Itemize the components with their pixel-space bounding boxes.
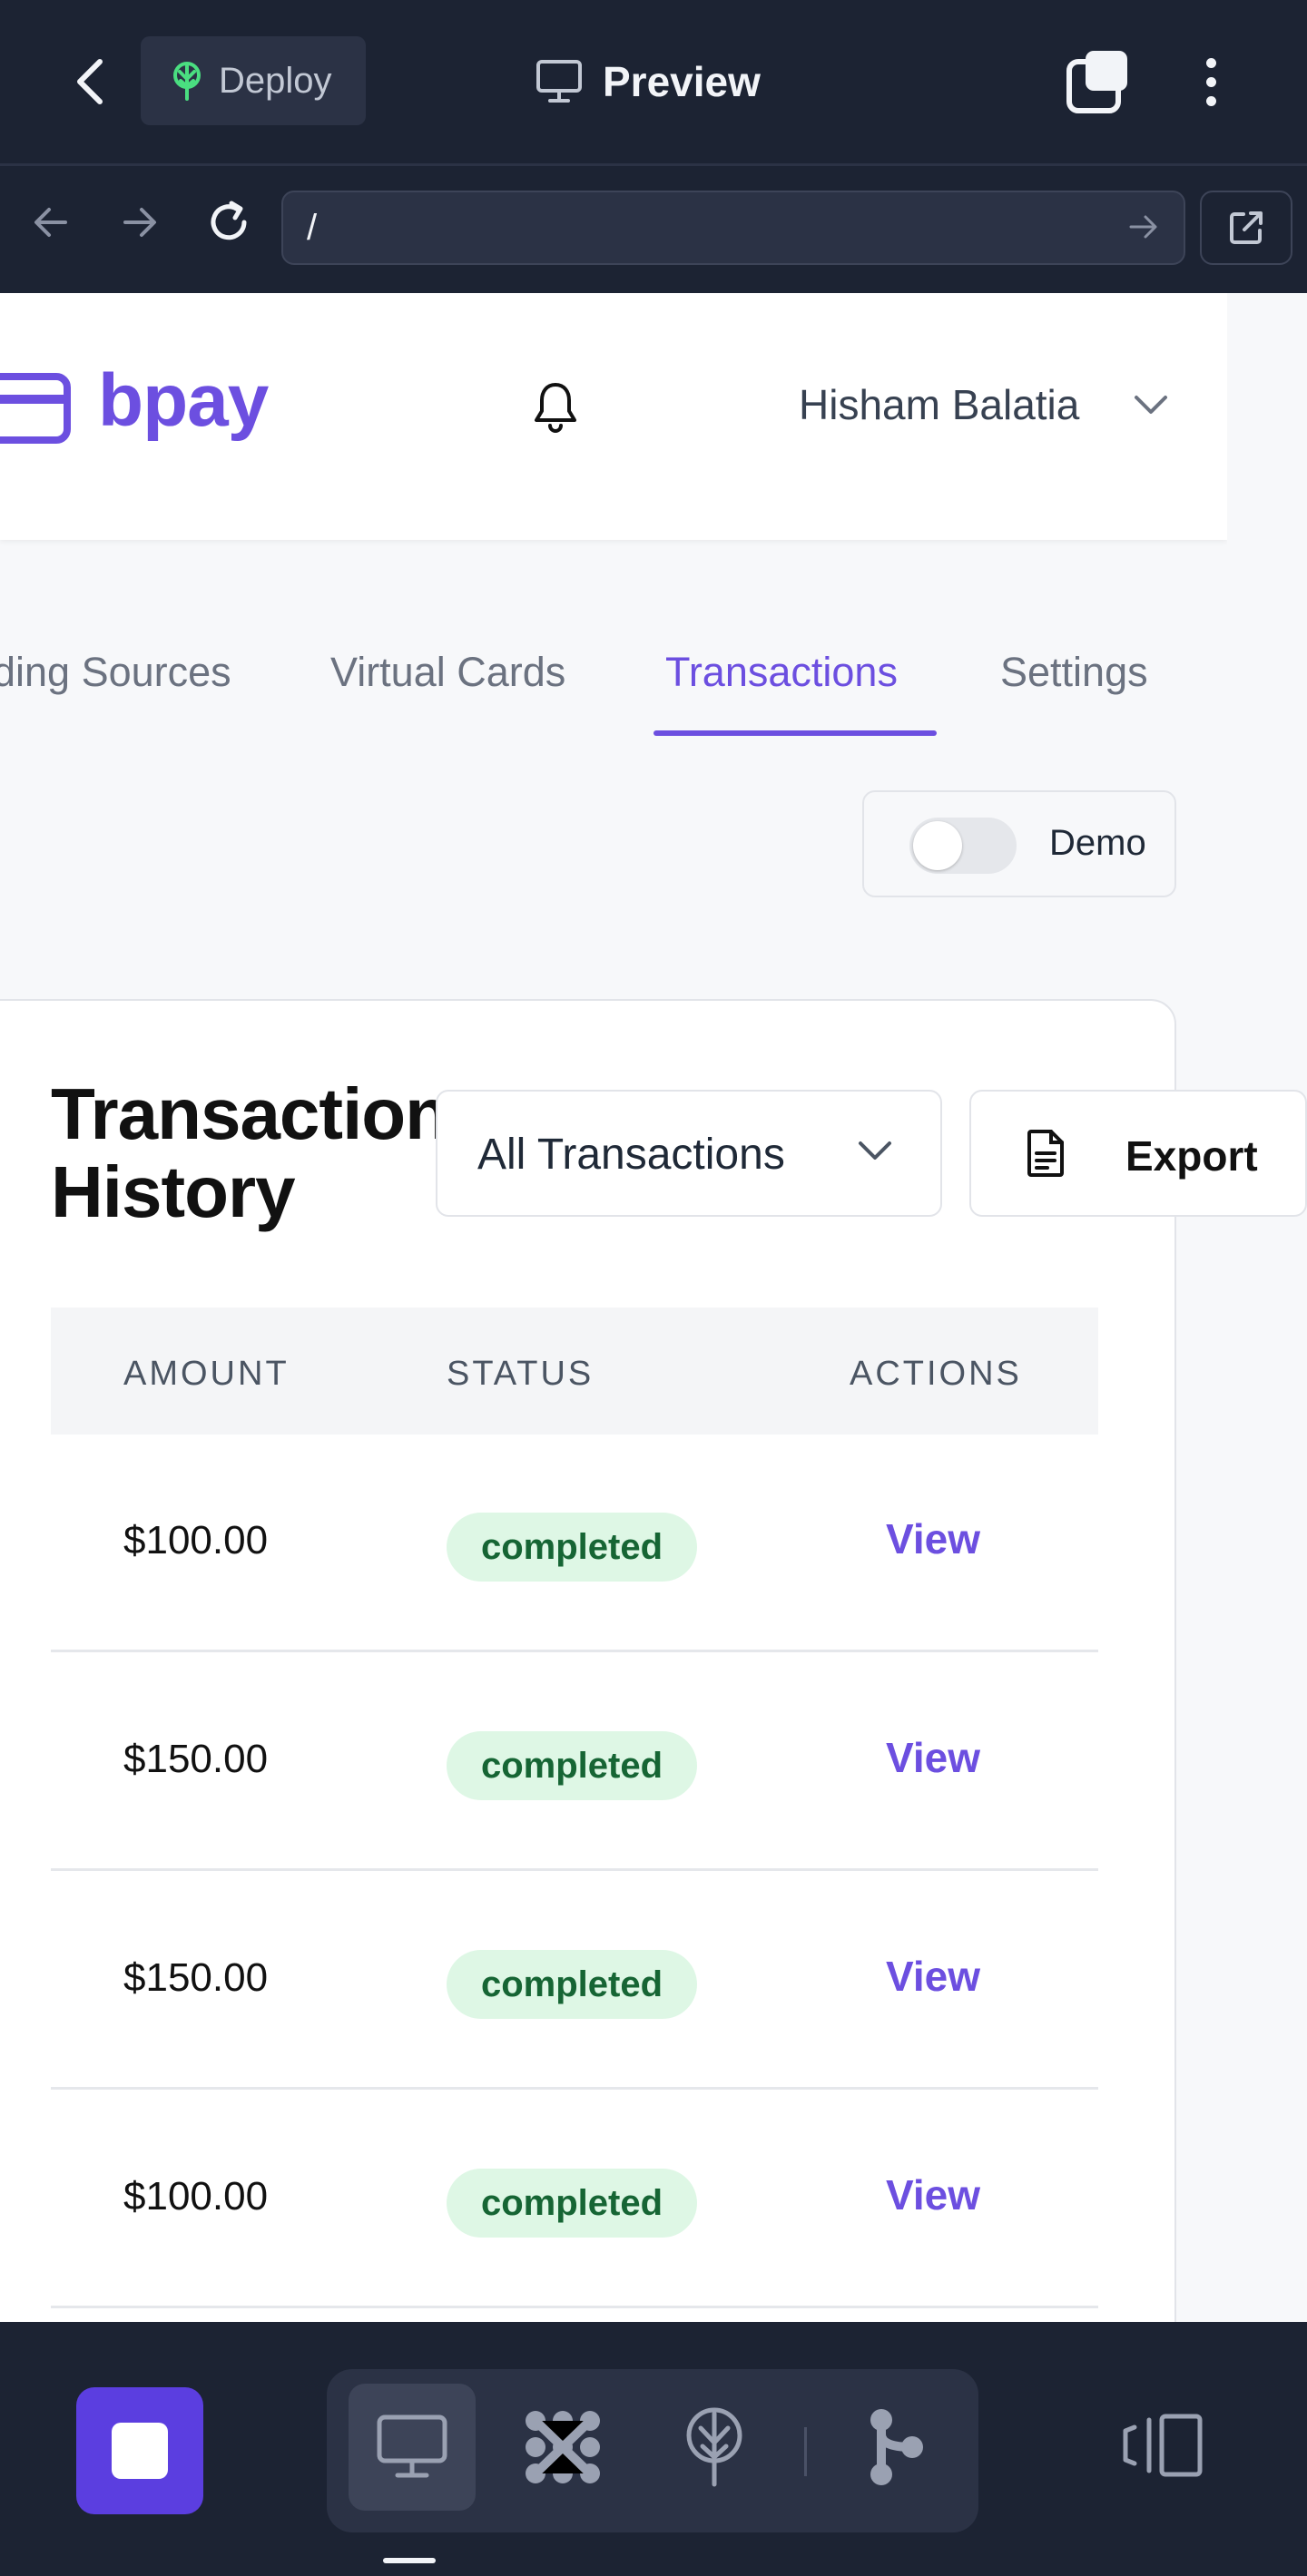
reload-icon [211,201,247,240]
top-app-bar: Deploy Preview [0,0,1307,163]
row-amount: $100.00 [123,1518,269,1562]
brand-logo[interactable]: bpay [98,358,269,444]
status-badge: completed [447,1950,697,2019]
external-link-icon [1230,211,1263,244]
more-options-button[interactable] [1189,47,1233,116]
column-header-amount[interactable]: AMOUNT [123,1355,290,1394]
table-row: $150.00 completed View [51,1653,1098,1871]
credit-card-logo-icon [0,373,71,444]
demo-label: Demo [1049,823,1146,863]
export-label: Export [1125,1132,1258,1180]
dock-deploy-button[interactable] [651,2384,778,2511]
dock-agent-button[interactable] [833,2384,960,2511]
view-transaction-link[interactable]: View [886,2170,980,2219]
row-amount: $100.00 [123,2174,269,2218]
deploy-tree-icon [686,2407,742,2487]
dock-tool-group [327,2369,978,2532]
url-input[interactable]: / [281,191,1185,265]
table-row: $100.00 completed View [51,2091,1098,2308]
demo-toggle[interactable] [909,818,1017,874]
preview-title: Preview [536,45,761,118]
chevron-down-icon [859,1141,891,1160]
bottom-dock [0,2322,1307,2576]
kebab-menu-icon [1205,57,1216,68]
go-arrow-icon[interactable] [1127,211,1160,243]
deploy-tree-icon [173,62,201,101]
browser-forward-button[interactable] [111,193,169,251]
deploy-label: Deploy [219,60,332,101]
column-header-status[interactable]: STATUS [447,1355,594,1394]
split-view-icon [1123,2414,1203,2477]
branch-nodes-icon [870,2409,923,2485]
demo-mode-control: Demo [862,790,1176,897]
notifications-button[interactable] [532,380,579,437]
chevron-left-icon [77,59,103,104]
chevron-down-icon[interactable] [1133,393,1169,416]
layout-toggle-button[interactable] [1122,2413,1204,2483]
stop-button[interactable] [76,2387,203,2514]
url-text: / [307,207,318,248]
home-indicator [383,2558,436,2563]
deploy-button[interactable]: Deploy [141,36,366,125]
arrow-left-icon [34,208,67,237]
status-badge: completed [447,1513,697,1582]
monitor-icon [536,60,582,103]
view-transaction-link[interactable]: View [886,1733,980,1782]
table-row: $100.00 completed View [51,1435,1098,1652]
row-amount: $150.00 [123,1737,269,1781]
right-gutter [1227,293,1307,2322]
tab-funding-sources[interactable]: ding Sources [0,649,231,696]
filter-selected-value: All Transactions [477,1131,785,1179]
column-header-actions: ACTIONS [850,1355,1022,1393]
view-transaction-link[interactable]: View [886,1514,980,1563]
dock-preview-button[interactable] [349,2384,476,2511]
tab-transactions[interactable]: Transactions [665,649,898,696]
status-badge: completed [447,1731,697,1800]
toggle-knob [913,821,962,870]
back-button[interactable] [56,44,125,120]
webpage-viewport: bpay Hisham Balatia ding Sources Virtual… [0,293,1307,2322]
dock-separator [804,2427,807,2476]
tab-settings[interactable]: Settings [1000,649,1148,696]
app-header: bpay Hisham Balatia [0,293,1227,540]
arrow-right-icon [123,208,156,237]
view-transaction-link[interactable]: View [886,1952,980,2001]
status-badge: completed [447,2169,697,2238]
stop-icon [112,2423,168,2479]
open-in-new-tab-button[interactable] [1200,191,1292,265]
tabs-icon [1066,51,1127,113]
browser-back-button[interactable] [22,193,80,251]
dock-workflows-button[interactable] [499,2384,626,2511]
user-menu-name[interactable]: Hisham Balatia [799,380,1079,429]
row-amount: $150.00 [123,1955,269,2000]
document-icon [1027,1130,1064,1177]
nodes-cluster-icon [526,2411,600,2483]
tabs-button[interactable] [1064,47,1133,116]
monitor-icon [377,2414,447,2478]
table-row: $150.00 completed View [51,1872,1098,2090]
bell-icon [535,383,576,433]
transaction-filter-select[interactable]: All Transactions [436,1090,942,1217]
browser-reload-button[interactable] [200,193,258,251]
preview-label: Preview [603,58,761,105]
browser-bar: / [0,166,1307,293]
active-tab-indicator [654,730,937,736]
export-button[interactable]: Export [969,1090,1307,1217]
tab-virtual-cards[interactable]: Virtual Cards [330,649,565,696]
card-title: Transaction History [51,1073,449,1232]
